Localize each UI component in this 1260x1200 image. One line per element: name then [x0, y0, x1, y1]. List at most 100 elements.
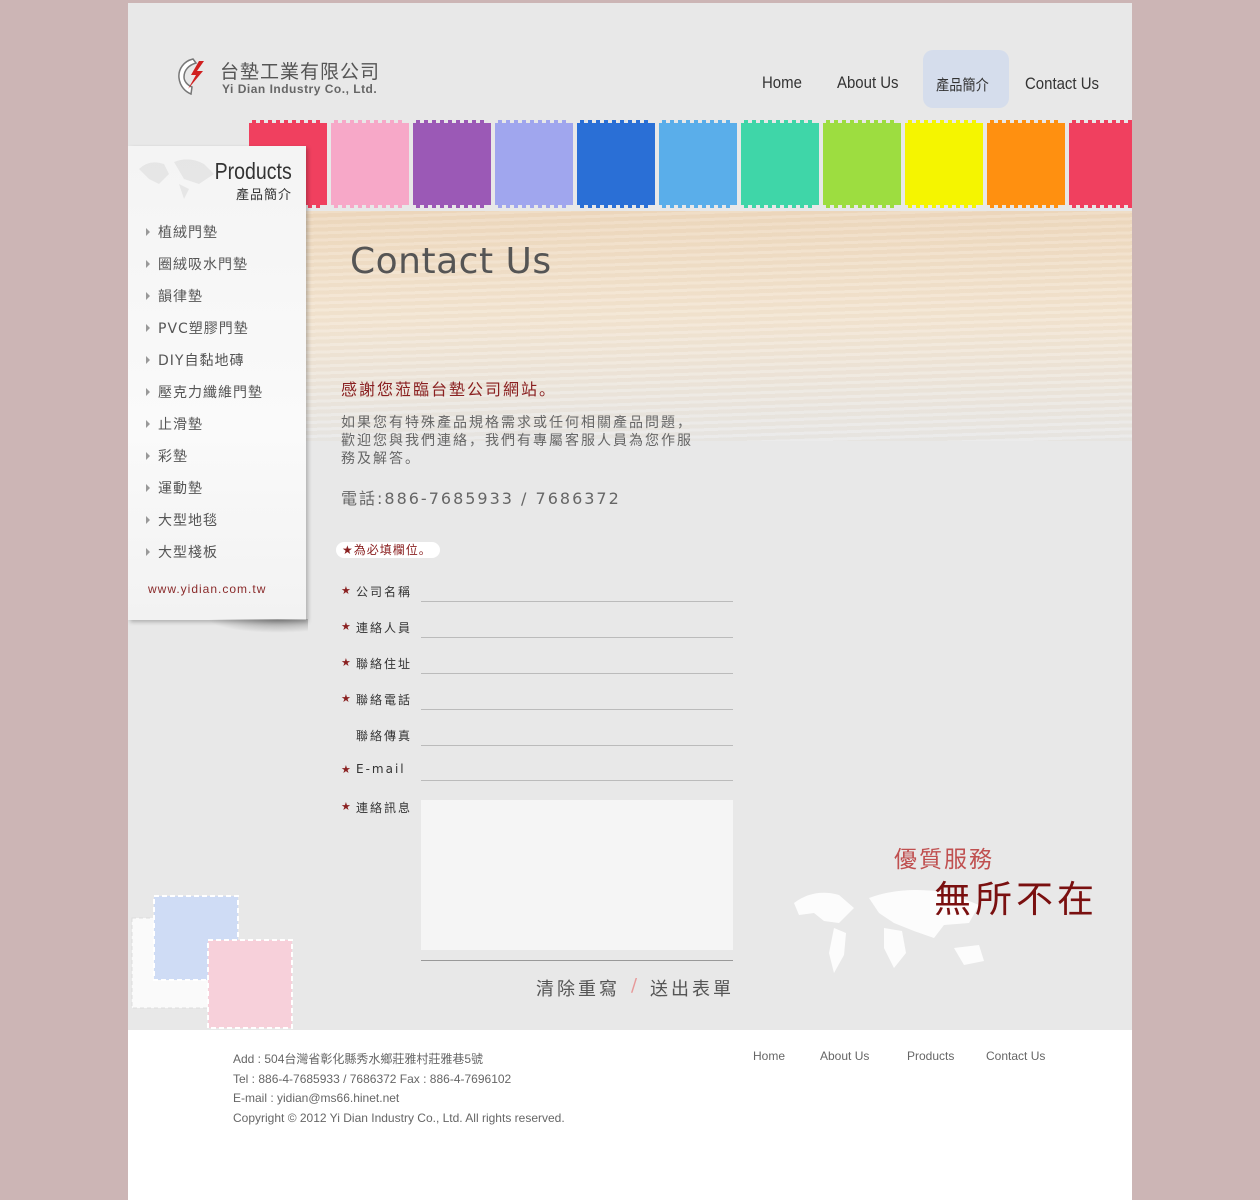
- puzzle-notch: [596, 204, 600, 208]
- required-star-icon: ★: [341, 656, 351, 669]
- puzzle-notch: [1030, 204, 1034, 208]
- footer-nav-products[interactable]: Products: [907, 1049, 954, 1063]
- puzzle-notch: [1112, 120, 1116, 124]
- puzzle-notch: [670, 204, 674, 208]
- puzzle-notch: [636, 204, 640, 208]
- puzzle-notch: [260, 120, 264, 124]
- puzzle-notch: [620, 120, 624, 124]
- puzzle-notch: [826, 120, 830, 124]
- puzzle-notch: [1096, 204, 1100, 208]
- sidebar-website-url[interactable]: www.yidian.com.tw: [148, 582, 266, 596]
- form-label: E-mail: [356, 762, 406, 776]
- puzzle-notch: [776, 204, 780, 208]
- sidebar-item[interactable]: DIY自黏地磚: [146, 350, 244, 370]
- form-input[interactable]: [421, 693, 733, 710]
- puzzle-notch: [506, 120, 510, 124]
- decorative-puzzle-mats: [131, 895, 293, 1029]
- puzzle-notch: [588, 120, 592, 124]
- puzzle-notch: [636, 120, 640, 124]
- puzzle-notch: [964, 204, 968, 208]
- sidebar-item[interactable]: 韻律墊: [146, 286, 203, 306]
- puzzle-notch: [890, 120, 894, 124]
- thanks-message: 感謝您蒞臨台墊公司網站。: [341, 380, 558, 399]
- puzzle-notch: [546, 204, 550, 208]
- footer-nav-contact-us[interactable]: Contact Us: [986, 1049, 1045, 1063]
- puzzle-mat-strip: [249, 120, 1132, 208]
- puzzle-notch: [1046, 120, 1050, 124]
- puzzle-tile: [905, 123, 983, 205]
- puzzle-notch: [374, 120, 378, 124]
- logo[interactable]: 台墊工業有限公司 Yi Dian Industry Co., Ltd.: [176, 55, 416, 103]
- form-input[interactable]: [421, 729, 733, 746]
- puzzle-notch: [686, 204, 690, 208]
- nav-products[interactable]: 產品簡介: [936, 74, 989, 95]
- required-star-icon: ★: [341, 620, 351, 633]
- sidebar-item[interactable]: 止滑墊: [146, 414, 203, 434]
- puzzle-notch: [1080, 120, 1084, 124]
- puzzle-tile: [413, 123, 491, 205]
- footer-nav-about-us[interactable]: About Us: [820, 1049, 869, 1063]
- message-textarea[interactable]: [421, 800, 733, 950]
- puzzle-notch: [424, 204, 428, 208]
- puzzle-notch: [882, 120, 886, 124]
- puzzle-notch: [612, 120, 616, 124]
- form-input[interactable]: [421, 585, 733, 602]
- sidebar-item[interactable]: 植絨門墊: [146, 222, 218, 242]
- puzzle-notch: [538, 204, 542, 208]
- puzzle-notch: [874, 120, 878, 124]
- reset-button[interactable]: 清除重寫: [536, 975, 620, 1001]
- puzzle-notch: [1054, 204, 1058, 208]
- submit-button[interactable]: 送出表單: [650, 975, 734, 1001]
- puzzle-tile: [659, 123, 737, 205]
- puzzle-notch: [726, 120, 730, 124]
- puzzle-notch: [718, 120, 722, 124]
- sidebar-item[interactable]: 大型棧板: [146, 542, 218, 562]
- nav-home[interactable]: Home: [762, 73, 802, 93]
- footer-nav-home[interactable]: Home: [753, 1049, 785, 1063]
- puzzle-notch: [1006, 120, 1010, 124]
- form-input[interactable]: [421, 657, 733, 674]
- puzzle-notch: [1088, 204, 1092, 208]
- puzzle-notch: [1096, 120, 1100, 124]
- puzzle-notch: [316, 120, 320, 124]
- sidebar-shadow: [208, 619, 308, 633]
- sidebar-item[interactable]: 彩墊: [146, 446, 188, 466]
- sidebar-item[interactable]: 運動墊: [146, 478, 203, 498]
- phone-number: 電話:886-7685933 / 7686372: [341, 489, 621, 508]
- form-label: 聯絡電話: [356, 693, 413, 707]
- sidebar-item[interactable]: 壓克力纖維門墊: [146, 382, 263, 402]
- nav-contact-us[interactable]: Contact Us: [1025, 74, 1099, 94]
- puzzle-tile: [741, 123, 819, 205]
- puzzle-notch: [940, 204, 944, 208]
- puzzle-notch: [858, 120, 862, 124]
- puzzle-notch: [948, 204, 952, 208]
- form-input[interactable]: [421, 621, 733, 638]
- sidebar-item[interactable]: 圈絨吸水門墊: [146, 254, 248, 274]
- puzzle-notch: [644, 120, 648, 124]
- puzzle-notch: [932, 120, 936, 124]
- sidebar-item[interactable]: PVC塑膠門墊: [146, 318, 249, 338]
- puzzle-notch: [842, 120, 846, 124]
- sidebar-item-label: 大型地毯: [158, 513, 218, 529]
- puzzle-notch: [334, 204, 338, 208]
- puzzle-notch: [956, 120, 960, 124]
- nav-about-us[interactable]: About Us: [837, 73, 899, 93]
- sidebar-item[interactable]: 大型地毯: [146, 510, 218, 530]
- sidebar-title-en: Products: [214, 158, 292, 184]
- puzzle-notch: [1120, 120, 1124, 124]
- required-star-icon: ★: [341, 692, 351, 705]
- arrow-right-icon: [146, 420, 150, 428]
- form-row: ★ 連絡人員: [341, 620, 741, 644]
- form-divider: [421, 960, 733, 961]
- slogan-line-2: 無所不在: [934, 878, 1098, 921]
- puzzle-notch: [416, 120, 420, 124]
- puzzle-notch: [752, 120, 756, 124]
- puzzle-notch: [670, 120, 674, 124]
- form-input[interactable]: [421, 764, 733, 781]
- form-row: ★ 聯絡住址: [341, 656, 741, 680]
- form-row: 聯絡傳真: [341, 728, 741, 752]
- arrow-right-icon: [146, 292, 150, 300]
- puzzle-notch: [1072, 204, 1076, 208]
- puzzle-notch: [956, 204, 960, 208]
- puzzle-notch: [1104, 204, 1108, 208]
